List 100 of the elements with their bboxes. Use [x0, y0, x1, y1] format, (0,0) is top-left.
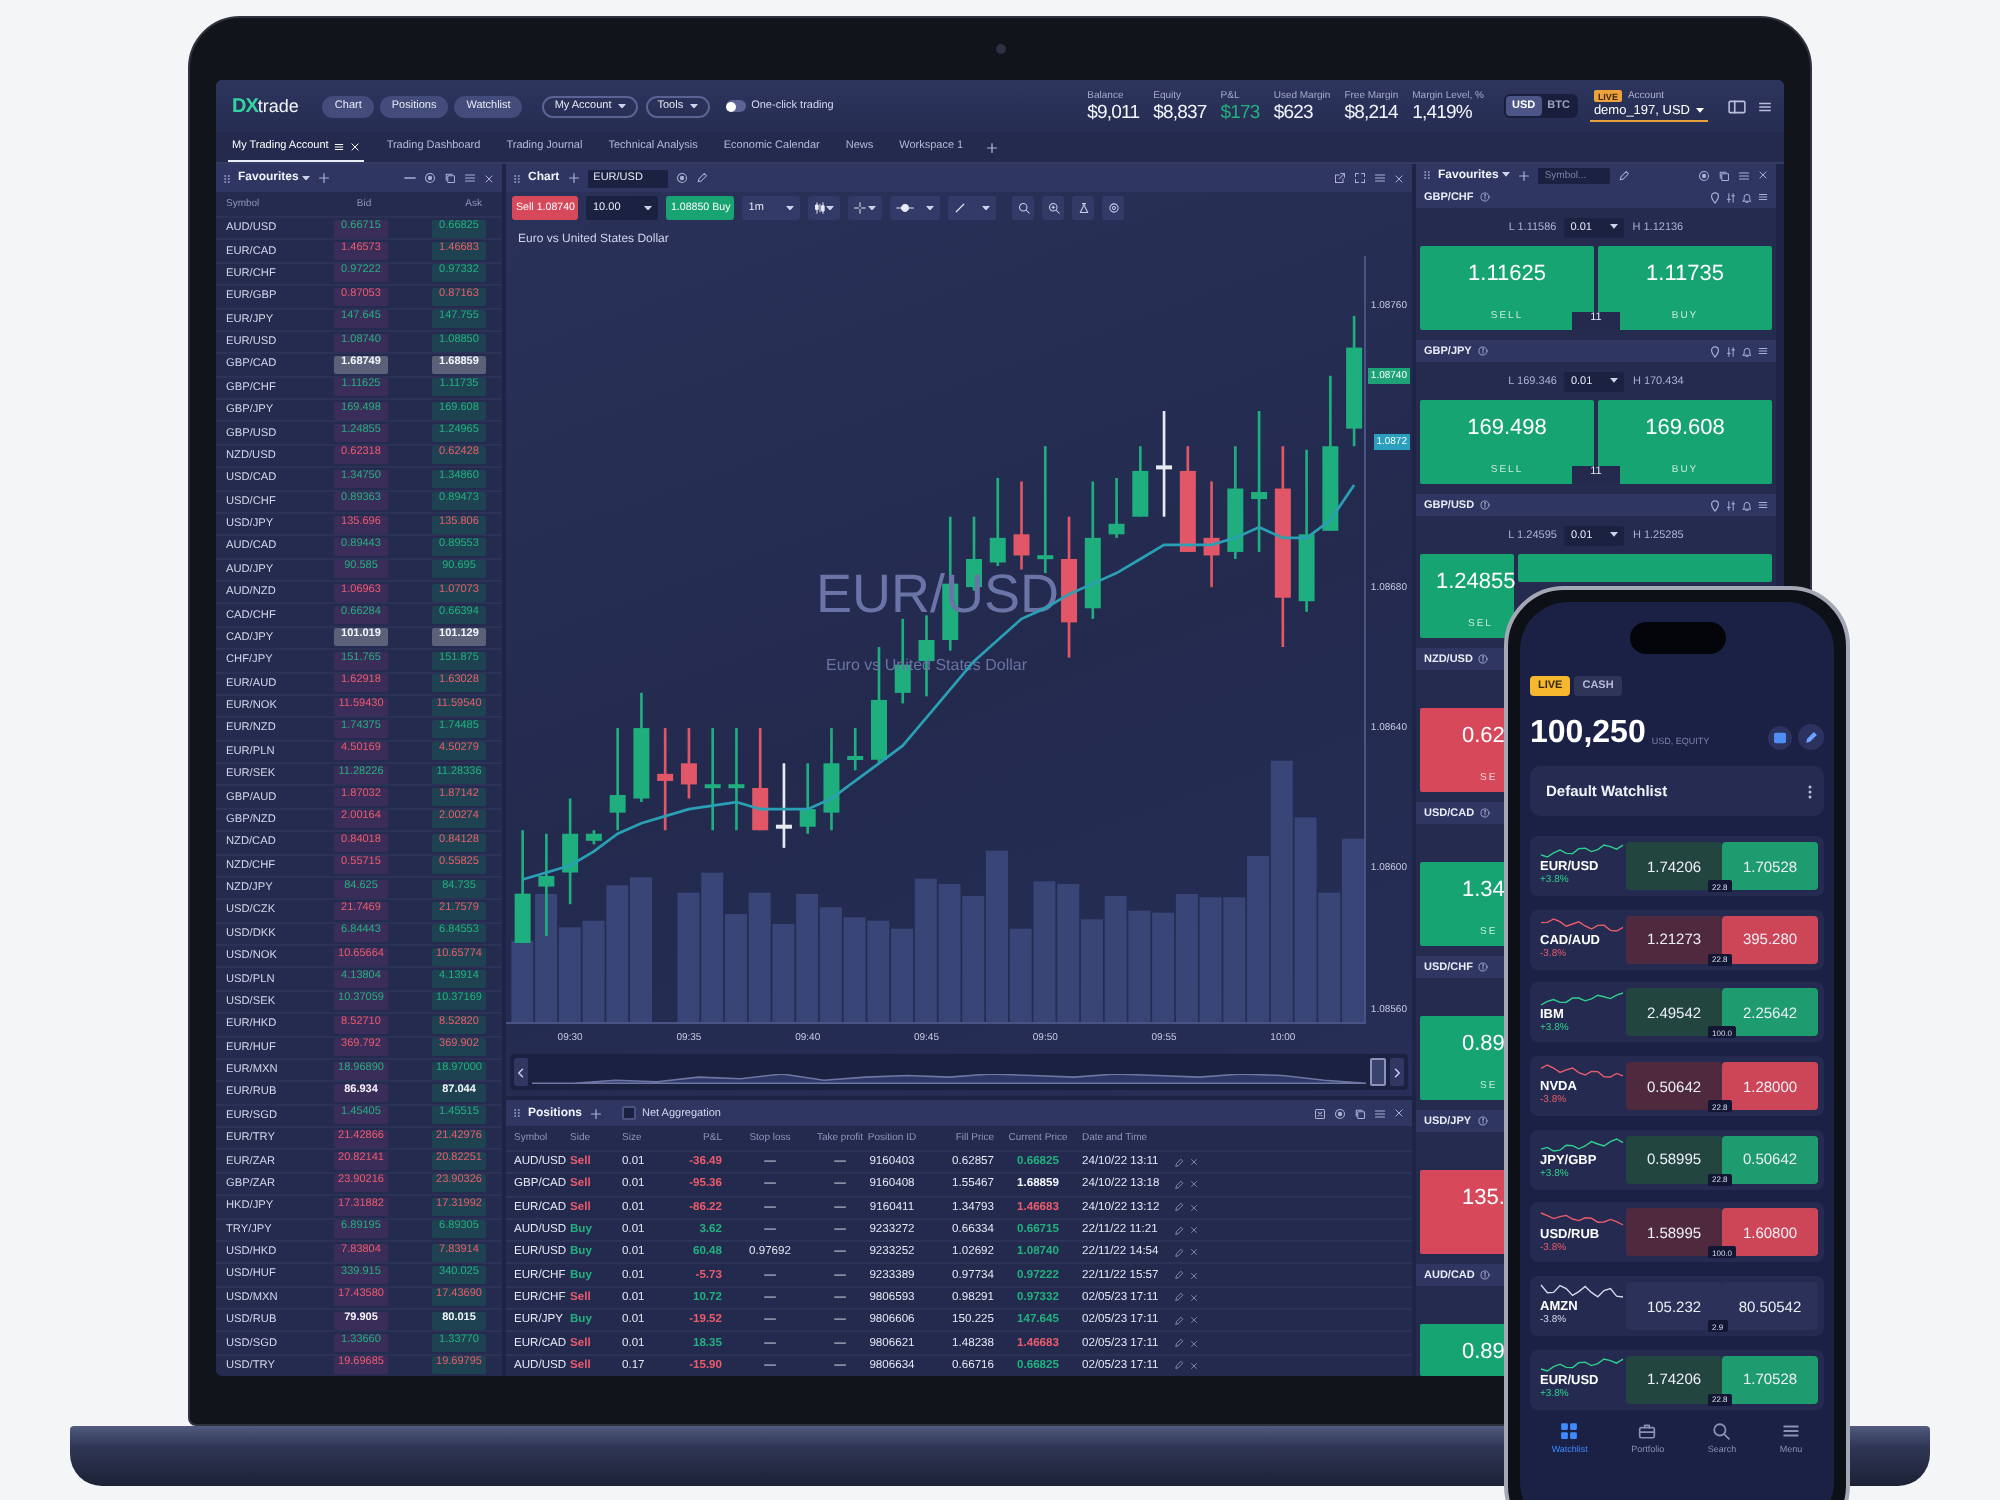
sparkline [1540, 1211, 1624, 1226]
info-icon[interactable] [1480, 500, 1491, 510]
pin-icon[interactable] [1710, 191, 1720, 203]
stat-value: 1,419% [1412, 103, 1474, 123]
candle [1037, 446, 1054, 574]
volume-bar [1057, 884, 1080, 1023]
volume-bar [962, 896, 985, 1023]
zoom-in-button[interactable] [1042, 196, 1065, 220]
caret-icon [644, 205, 653, 211]
info-icon[interactable] [1477, 346, 1488, 356]
candle [1203, 481, 1220, 588]
indicator-icon [896, 202, 915, 214]
candle [633, 692, 650, 803]
sell-button[interactable]: 135. [1420, 1170, 1506, 1254]
candle [657, 728, 674, 831]
info-icon[interactable] [1478, 654, 1489, 664]
fullscreen-icon[interactable] [1354, 172, 1366, 184]
volume-bar [772, 924, 795, 1023]
bell-icon[interactable] [1742, 345, 1752, 357]
candle [680, 728, 697, 799]
sparkline [1540, 1284, 1624, 1299]
candle [775, 763, 792, 848]
sparkline [1540, 1064, 1624, 1079]
caret-icon [826, 205, 835, 211]
equity-value: 100,250 [1530, 718, 1646, 750]
chip-icon[interactable] [1768, 726, 1792, 750]
target-icon[interactable] [675, 172, 688, 184]
chart-type-dropdown[interactable] [808, 196, 841, 220]
target-icon[interactable] [1698, 169, 1710, 181]
info-icon[interactable] [1480, 1270, 1491, 1280]
chart-navigator[interactable] [510, 1054, 1408, 1090]
chevron-left-icon[interactable] [518, 1067, 524, 1077]
volume-bar [1152, 912, 1175, 1023]
caret-icon [1502, 172, 1511, 178]
one-click-toggle[interactable] [725, 100, 746, 112]
popout-icon[interactable] [1334, 172, 1346, 184]
candle [1346, 315, 1363, 447]
pencil-icon[interactable] [1618, 169, 1631, 181]
plus-icon[interactable] [318, 172, 331, 184]
settings-button[interactable] [1102, 196, 1125, 220]
camera-notch [1629, 622, 1725, 654]
bell-icon[interactable] [1742, 191, 1752, 203]
target-icon[interactable] [1334, 1107, 1346, 1119]
sparkline [1540, 991, 1624, 1006]
sliders-icon[interactable] [1726, 345, 1736, 357]
zoom-out-button[interactable] [1012, 196, 1035, 220]
drawing-tools-dropdown[interactable] [948, 196, 997, 220]
sell-button[interactable]: 0.89 [1420, 1324, 1506, 1376]
plus-icon[interactable] [567, 172, 580, 184]
candle [1251, 411, 1268, 552]
volume-bar [724, 914, 747, 1023]
copy-icon[interactable] [1354, 1107, 1366, 1119]
candle [585, 830, 602, 845]
stat-value: $623 [1273, 103, 1315, 123]
volume-bar [867, 920, 890, 1023]
candle [728, 728, 745, 831]
pencil-icon[interactable] [1174, 1315, 1184, 1326]
sliders-icon[interactable] [1726, 191, 1736, 203]
caret-icon [926, 205, 935, 211]
grid-icon [1560, 1421, 1579, 1440]
pencil-icon[interactable] [1798, 724, 1824, 750]
volume-bar [1223, 897, 1246, 1023]
indicators-dropdown[interactable] [890, 196, 941, 220]
caret-icon [1696, 108, 1704, 114]
pin-icon[interactable] [1710, 345, 1720, 357]
copy-icon[interactable] [1718, 169, 1730, 181]
candle [989, 477, 1006, 566]
info-icon[interactable] [1477, 1116, 1488, 1126]
volume-bar [796, 894, 819, 1023]
info-icon[interactable] [1478, 962, 1489, 972]
info-icon[interactable] [1480, 808, 1491, 818]
stat-value: $8,214 [1344, 103, 1399, 123]
pencil-icon[interactable] [695, 172, 708, 184]
chevron-right-icon[interactable] [1394, 1067, 1400, 1077]
info-icon[interactable] [1479, 192, 1490, 202]
net-aggregation-checkbox[interactable] [622, 1106, 637, 1120]
spreadsheet-icon[interactable] [1314, 1107, 1326, 1119]
candle [1132, 446, 1149, 517]
range-handle[interactable] [1370, 1058, 1386, 1086]
pin-icon[interactable] [1710, 499, 1720, 511]
scroll-left-button[interactable] [514, 1058, 528, 1086]
minimize-icon[interactable] [404, 176, 416, 180]
briefcase-icon [1638, 1421, 1657, 1440]
sliders-icon[interactable] [1726, 499, 1736, 511]
cursor-dropdown[interactable] [848, 196, 883, 220]
plus-icon[interactable] [590, 1107, 603, 1119]
flask-icon [1077, 202, 1090, 214]
flask-button[interactable] [1072, 196, 1095, 220]
caret-icon [1610, 224, 1619, 230]
layout-icon[interactable] [1728, 99, 1746, 113]
plus-icon[interactable] [985, 141, 998, 153]
caret-icon [617, 103, 626, 109]
bell-icon[interactable] [1742, 499, 1752, 511]
caret-icon [982, 205, 991, 211]
target-icon[interactable] [424, 172, 436, 184]
plus-icon[interactable] [1518, 169, 1531, 181]
copy-icon[interactable] [444, 172, 456, 184]
pencil-icon[interactable] [1174, 1202, 1184, 1213]
scroll-right-button[interactable] [1390, 1058, 1404, 1086]
menu-icon[interactable] [1758, 99, 1772, 113]
